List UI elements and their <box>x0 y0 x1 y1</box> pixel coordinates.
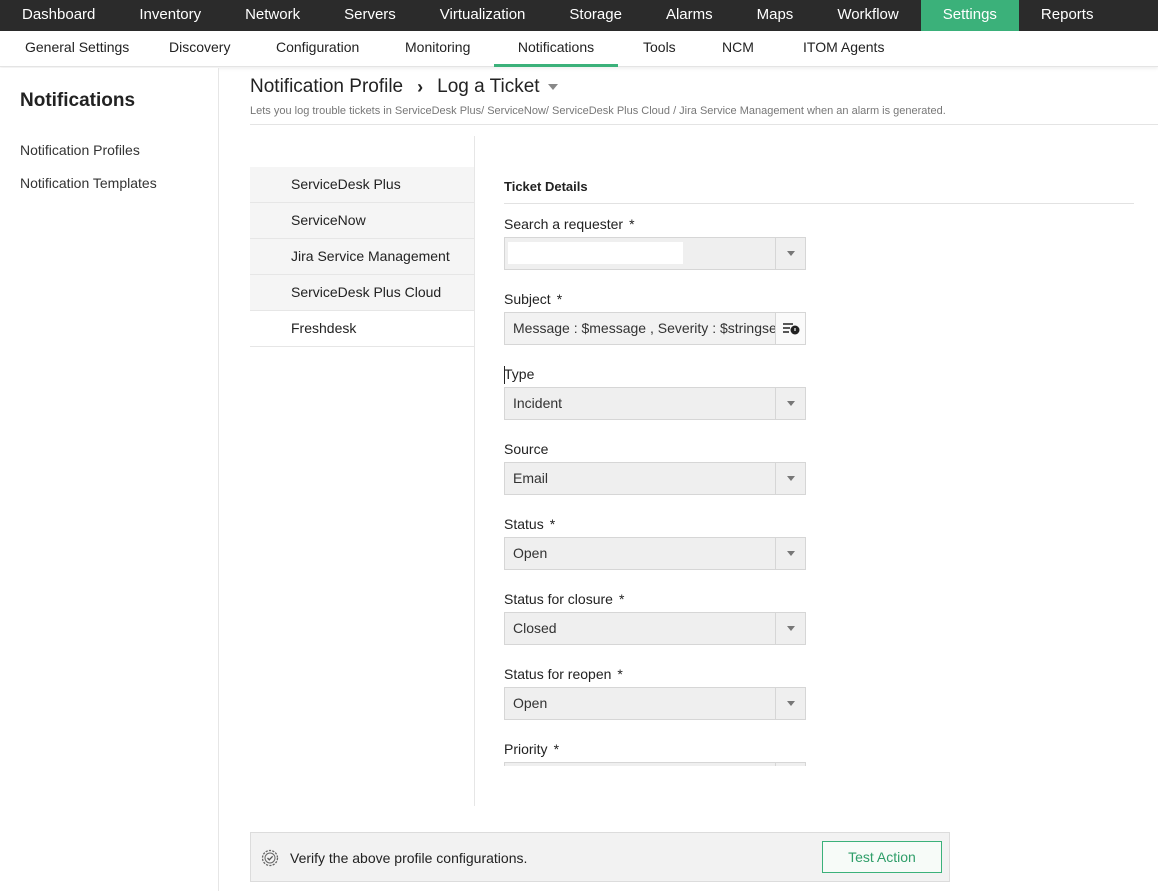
nav-dashboard[interactable]: Dashboard <box>0 0 117 31</box>
ticket-details-form: Ticket Details Search a requester * Subje… <box>504 176 1134 766</box>
nav-alarms[interactable]: Alarms <box>644 0 735 31</box>
source-label-text: Source <box>504 441 549 457</box>
subnav-tools[interactable]: Tools <box>643 31 676 67</box>
provider-servicedesk-plus-cloud[interactable]: ServiceDesk Plus Cloud <box>250 275 474 311</box>
required-marker: * <box>629 216 635 232</box>
priority-select[interactable] <box>504 762 806 766</box>
subnav-notifications[interactable]: Notifications <box>494 31 618 67</box>
status-reopen-select[interactable]: Open <box>504 687 806 720</box>
status-closure-label-text: Status for closure <box>504 591 613 607</box>
subject-label: Subject * <box>504 291 562 307</box>
dropdown-arrow-icon[interactable] <box>775 238 805 269</box>
dropdown-arrow-icon[interactable] <box>775 688 805 719</box>
status-reopen-label: Status for reopen * <box>504 666 623 682</box>
priority-label-text: Priority <box>504 741 548 757</box>
provider-servicedesk-plus[interactable]: ServiceDesk Plus <box>250 167 474 203</box>
status-closure-label: Status for closure * <box>504 591 624 607</box>
nav-inventory[interactable]: Inventory <box>117 0 223 31</box>
dropdown-arrow-icon[interactable] <box>775 463 805 494</box>
breadcrumb-root[interactable]: Notification Profile <box>250 76 403 98</box>
dropdown-arrow-icon[interactable] <box>775 538 805 569</box>
status-label: Status * <box>504 516 555 532</box>
status-closure-select[interactable]: Closed <box>504 612 806 645</box>
dropdown-arrow-icon[interactable] <box>775 613 805 644</box>
status-value: Open <box>513 545 548 561</box>
nav-reports[interactable]: Reports <box>1019 0 1116 31</box>
subnav-configuration[interactable]: Configuration <box>276 31 359 67</box>
type-value: Incident <box>513 395 563 411</box>
verify-bar: Verify the above profile configurations.… <box>250 832 950 882</box>
subnav-ncm[interactable]: NCM <box>722 31 754 67</box>
insert-variable-icon[interactable] <box>775 313 805 344</box>
subject-label-text: Subject <box>504 291 551 307</box>
nav-servers[interactable]: Servers <box>322 0 418 31</box>
section-title: Ticket Details <box>504 176 1134 204</box>
sidebar: Notifications Notification Profiles Noti… <box>0 68 219 891</box>
type-select[interactable]: Incident <box>504 387 806 420</box>
nav-workflow[interactable]: Workflow <box>815 0 920 31</box>
type-label: Type <box>504 366 534 382</box>
verified-badge-icon <box>261 849 279 867</box>
subject-field[interactable]: Message : $message , Severity : $strings… <box>504 312 806 345</box>
status-reopen-label-text: Status for reopen <box>504 666 612 682</box>
dropdown-arrow-icon[interactable] <box>775 388 805 419</box>
provider-list: ServiceDesk Plus ServiceNow Jira Service… <box>250 167 474 347</box>
subnav-monitoring[interactable]: Monitoring <box>405 31 470 67</box>
required-marker: * <box>618 591 625 607</box>
required-marker: * <box>617 666 623 682</box>
subnav-discovery[interactable]: Discovery <box>169 31 230 67</box>
breadcrumb-current[interactable]: Log a Ticket <box>437 76 539 98</box>
panel-divider <box>474 136 475 806</box>
status-select[interactable]: Open <box>504 537 806 570</box>
page-description: Lets you log trouble tickets in ServiceD… <box>250 105 946 117</box>
nav-virtualization[interactable]: Virtualization <box>418 0 548 31</box>
dropdown-arrow-icon[interactable] <box>775 763 805 766</box>
type-label-text: Type <box>504 366 535 382</box>
provider-servicenow[interactable]: ServiceNow <box>250 203 474 239</box>
provider-freshdesk[interactable]: Freshdesk <box>250 311 474 347</box>
subnav-general-settings[interactable]: General Settings <box>25 31 129 67</box>
sidebar-title: Notifications <box>20 90 136 111</box>
sub-navigation: General Settings Discovery Configuration… <box>0 31 1158 67</box>
required-marker: * <box>556 291 563 307</box>
requester-label: Search a requester * <box>504 216 635 232</box>
sidebar-item-notification-profiles[interactable]: Notification Profiles <box>20 142 140 158</box>
status-reopen-value: Open <box>513 695 548 711</box>
nav-maps[interactable]: Maps <box>735 0 816 31</box>
requester-input[interactable] <box>508 242 683 264</box>
header-divider <box>250 124 1158 125</box>
sidebar-item-notification-templates[interactable]: Notification Templates <box>20 175 157 191</box>
breadcrumb: Notification Profile › Log a Ticket <box>250 76 558 98</box>
requester-label-text: Search a requester <box>504 216 624 232</box>
source-select[interactable]: Email <box>504 462 806 495</box>
top-navigation: Dashboard Inventory Network Servers Virt… <box>0 0 1158 31</box>
caret-down-icon[interactable] <box>547 84 558 90</box>
subject-value: Message : $message , Severity : $strings… <box>513 320 775 336</box>
requester-select[interactable] <box>504 237 806 270</box>
provider-jira-service-management[interactable]: Jira Service Management <box>250 239 474 275</box>
nav-storage[interactable]: Storage <box>547 0 644 31</box>
nav-network[interactable]: Network <box>223 0 322 31</box>
verify-text: Verify the above profile configurations. <box>290 850 528 866</box>
required-marker: * <box>553 741 560 757</box>
subnav-itom-agents[interactable]: ITOM Agents <box>803 31 884 67</box>
source-value: Email <box>513 470 549 486</box>
nav-settings[interactable]: Settings <box>920 0 1019 31</box>
chevron-right-icon: › <box>417 76 424 97</box>
status-label-text: Status <box>504 516 544 532</box>
priority-label: Priority * <box>504 741 559 757</box>
required-marker: * <box>549 516 556 532</box>
status-closure-value: Closed <box>513 620 557 636</box>
source-label: Source <box>504 441 548 457</box>
test-action-button[interactable]: Test Action <box>822 841 942 873</box>
